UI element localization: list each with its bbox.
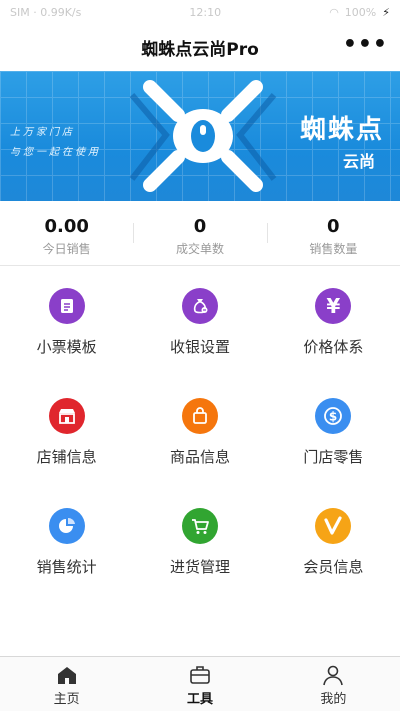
status-left: SIM · 0.99K/s <box>10 5 82 19</box>
menu-item-sales-statistics[interactable]: 销售统计 <box>0 508 133 618</box>
status-time: 12:10 <box>189 5 222 19</box>
toolbox-icon <box>190 666 210 684</box>
stat-value: 0 <box>327 216 340 237</box>
menu-item-cashier-settings[interactable]: 收银设置 <box>133 288 266 398</box>
menu-item-label: 商品信息 <box>169 448 230 466</box>
stat-today-sales: 0.00 今日销售 <box>0 201 133 265</box>
tab-label: 我的 <box>320 692 347 707</box>
charging-icon: ⚡ <box>382 5 390 19</box>
menu-item-member-info[interactable]: 会员信息 <box>267 508 400 618</box>
stat-label: 今日销售 <box>42 242 91 256</box>
stat-quantity: 0 销售数量 <box>266 201 400 265</box>
menu-item-label: 价格体系 <box>303 338 364 356</box>
bottom-tab-bar: 主页 工具 我的 <box>0 656 400 711</box>
tab-tools[interactable]: 工具 <box>133 657 266 711</box>
brand-name: 蜘蛛点 <box>299 115 384 145</box>
page-title: 蜘蛛点云尚Pro <box>141 40 259 60</box>
spider-logo-icon <box>129 80 277 192</box>
banner[interactable]: 上万家门店 与您一起在使用 蜘蛛点 云尚 <box>0 71 400 201</box>
svg-text:$: $ <box>329 410 337 424</box>
menu-item-label: 收银设置 <box>169 338 230 356</box>
stat-value: 0 <box>193 216 207 237</box>
tools-grid: 小票模板 收银设置 ¥ 价格体系 店铺信息 商品信息 $ 门店零售 销售统计 进… <box>0 266 400 618</box>
stat-value: 0.00 <box>44 216 89 237</box>
menu-item-product-info[interactable]: 商品信息 <box>133 398 266 508</box>
menu-item-label: 进货管理 <box>169 558 230 576</box>
dollar-coin-icon: $ <box>315 398 352 434</box>
status-right: ◠ 100% ⚡ <box>329 6 390 19</box>
menu-item-purchase-management[interactable]: 进货管理 <box>133 508 266 618</box>
tab-home[interactable]: 主页 <box>0 657 133 711</box>
cart-icon <box>181 508 218 544</box>
receipt-icon <box>48 288 85 324</box>
status-battery: 100% <box>344 5 377 19</box>
tab-label: 工具 <box>186 692 213 707</box>
vip-v-icon <box>315 508 352 544</box>
tab-label: 主页 <box>53 692 80 707</box>
stat-orders: 0 成交单数 <box>133 201 266 265</box>
brand-sub: 云尚 <box>342 152 375 171</box>
banner-slogan: 上万家门店 与您一起在使用 <box>10 123 101 163</box>
status-bar: SIM · 0.99K/s 12:10 ◠ 100% ⚡ <box>0 0 400 24</box>
yen-icon: ¥ <box>315 288 352 324</box>
shopping-bag-icon <box>181 398 218 434</box>
menu-item-store-info[interactable]: 店铺信息 <box>0 398 133 508</box>
menu-item-label: 店铺信息 <box>36 448 97 466</box>
menu-item-label: 门店零售 <box>303 448 364 466</box>
banner-brand: 蜘蛛点 云尚 <box>300 109 384 172</box>
pie-chart-icon <box>48 508 85 544</box>
money-bag-icon <box>181 288 218 324</box>
nav-bar: 蜘蛛点云尚Pro ••• <box>0 24 400 71</box>
person-icon <box>323 665 344 686</box>
menu-item-price-system[interactable]: ¥ 价格体系 <box>267 288 400 398</box>
menu-item-store-retail[interactable]: $ 门店零售 <box>267 398 400 508</box>
store-icon <box>48 398 85 434</box>
slogan-line-1: 上万家门店 <box>10 127 75 138</box>
more-menu-button[interactable]: ••• <box>343 34 388 56</box>
stat-label: 成交单数 <box>175 242 224 256</box>
stats-row: 0.00 今日销售 0 成交单数 0 销售数量 <box>0 201 400 266</box>
stat-label: 销售数量 <box>309 242 358 256</box>
slogan-line-2: 与您一起在使用 <box>10 147 101 158</box>
menu-item-label: 小票模板 <box>36 338 97 356</box>
menu-item-label: 销售统计 <box>36 558 97 576</box>
wifi-icon: ◠ <box>329 5 339 19</box>
menu-item-receipt-template[interactable]: 小票模板 <box>0 288 133 398</box>
home-icon <box>57 667 76 684</box>
tab-profile[interactable]: 我的 <box>267 657 400 711</box>
menu-item-label: 会员信息 <box>303 558 364 576</box>
